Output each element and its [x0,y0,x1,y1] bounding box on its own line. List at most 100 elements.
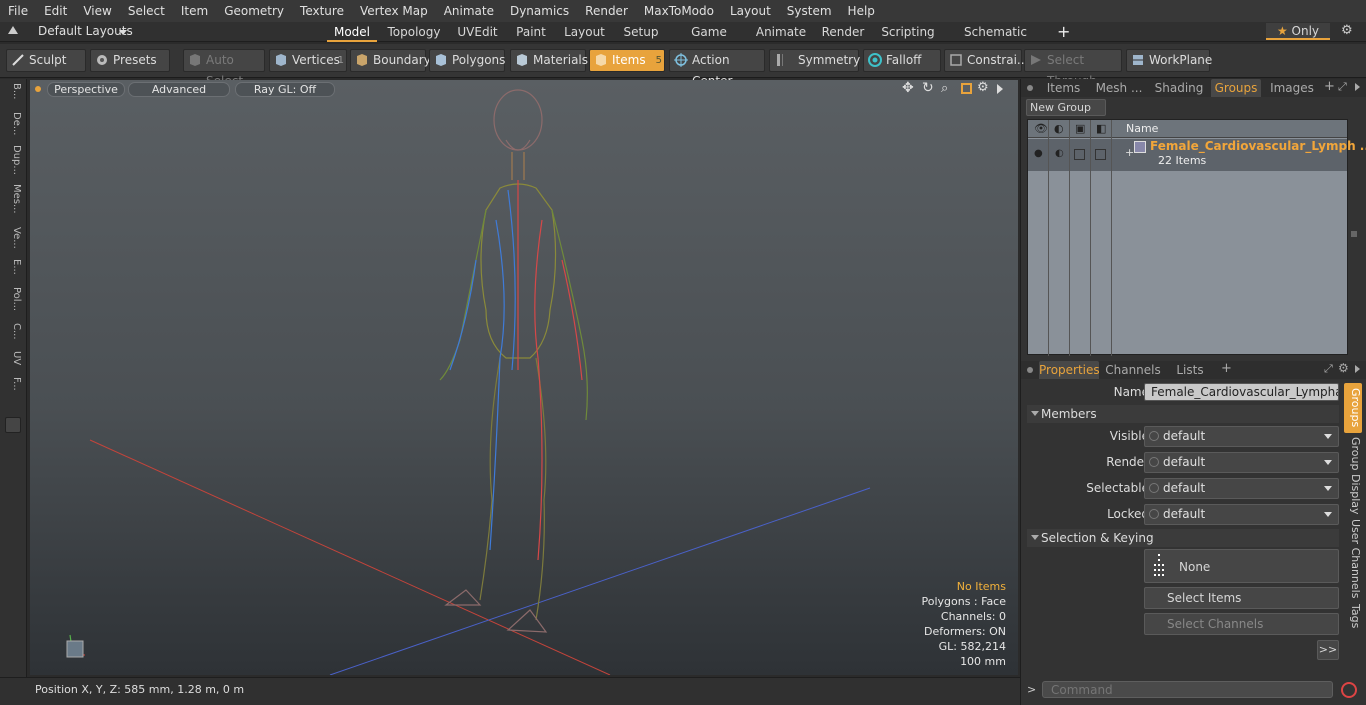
record-icon[interactable] [1341,682,1357,698]
menu-select[interactable]: Select [120,0,173,22]
selectable-dropdown[interactable]: default [1144,478,1339,499]
select-channels-button[interactable]: Select Channels [1144,613,1339,635]
add-prop-tab-icon[interactable]: + [1221,361,1232,376]
boundary-button[interactable]: Boundary [350,49,431,72]
tab-mesh[interactable]: Mesh ... [1093,79,1145,97]
tab-lists[interactable]: Lists [1169,361,1211,379]
tab-images[interactable]: Images [1268,79,1316,97]
left-tab-deform[interactable]: De... [4,112,22,135]
left-tab-vertex[interactable]: Ve... [4,227,22,249]
expand-prop-icon[interactable]: ⤢ [1324,362,1333,376]
menu-texture[interactable]: Texture [292,0,352,22]
scrollbar-handle[interactable] [1351,231,1357,237]
add-panel-tab-icon[interactable]: + [1324,79,1335,94]
side-tab-group-display[interactable]: Group Display [1344,437,1362,515]
select-col-icon[interactable]: ▣ [1075,122,1085,135]
side-tab-user-channels[interactable]: User Channels [1344,519,1362,598]
prop-menu-icon[interactable] [1027,367,1033,373]
side-tab-tags[interactable]: Tags [1344,604,1362,628]
members-section[interactable]: Members [1027,405,1339,423]
lock-col-icon[interactable]: ◧ [1096,122,1106,135]
eye-icon[interactable]: ● [1034,148,1043,159]
add-tab-icon[interactable]: + [1057,22,1070,42]
new-group-button[interactable]: New Group [1026,99,1106,116]
menu-maxtomodo[interactable]: MaxToModo [636,0,722,22]
only-toggle[interactable]: ★ Only [1266,23,1330,40]
group-row[interactable]: ● ◐ + Female_Cardiovascular_Lymph ... 22… [1028,139,1366,171]
render-toggle-icon[interactable]: ◐ [1055,148,1064,159]
expand-plus-icon[interactable]: + [1125,146,1134,159]
tab-animate[interactable]: Animate [755,22,807,42]
expand-panel-icon[interactable]: ⤢ [1338,80,1347,94]
menu-view[interactable]: View [75,0,119,22]
vertices-button[interactable]: Vertices 1 [269,49,347,72]
tab-render[interactable]: Render [818,22,868,42]
auto-select-button[interactable]: Auto Select [183,49,265,88]
left-tab-uv[interactable]: UV [4,351,22,365]
tab-paint[interactable]: Paint [512,22,550,42]
tab-uvedit[interactable]: UVEdit [455,22,500,42]
menu-system[interactable]: System [779,0,840,22]
chevron-down-icon[interactable] [119,30,127,35]
left-tab-edge[interactable]: E... [4,259,22,275]
menu-render[interactable]: Render [577,0,636,22]
tab-setup[interactable]: Setup [620,22,662,42]
gear-icon[interactable]: ⚙ [1341,23,1353,38]
left-tab-curve[interactable]: C... [4,323,22,340]
action-center-button[interactable]: Action Center [669,49,765,88]
menu-geometry[interactable]: Geometry [216,0,292,22]
panel-menu-icon[interactable] [1027,85,1033,91]
menu-help[interactable]: Help [840,0,883,22]
prop-gear-icon[interactable]: ⚙ [1338,361,1349,375]
menu-item[interactable]: Item [173,0,216,22]
left-tab-polygon[interactable]: Pol... [4,287,22,311]
left-tab-basic[interactable]: B... [4,83,22,99]
tab-game-tools[interactable]: Game Tools [675,22,743,59]
polygons-button[interactable]: Polygons [429,49,505,72]
tab-model[interactable]: Model [327,22,377,42]
tab-layout[interactable]: Layout [562,22,607,42]
left-tab-fusion[interactable]: F... [4,377,22,391]
lock-toggle-box[interactable] [1095,149,1106,160]
select-through-button[interactable]: Select Through [1024,49,1122,88]
tab-topology[interactable]: Topology [385,22,443,42]
tab-channels[interactable]: Channels [1105,361,1161,379]
constraints-button[interactable]: Constrai... [944,49,1028,72]
select-items-button[interactable]: Select Items [1144,587,1339,609]
name-field[interactable]: Female_Cardiovascular_Lymphatic_an [1144,383,1339,401]
tab-properties[interactable]: Properties [1039,361,1100,379]
tab-shading[interactable]: Shading [1151,79,1207,97]
menu-layout[interactable]: Layout [722,0,779,22]
more-button[interactable]: >> [1317,640,1339,660]
menu-dynamics[interactable]: Dynamics [502,0,577,22]
command-input[interactable] [1042,681,1333,698]
menu-animate[interactable]: Animate [436,0,502,22]
render-col-icon[interactable]: ◐ [1054,122,1064,135]
3d-viewport[interactable]: Perspective Advanced Ray GL: Off ✥ ↻ ⌕ ⚙ [30,80,1018,675]
presets-button[interactable]: Presets [90,49,170,72]
render-dropdown[interactable]: default [1144,452,1339,473]
falloff-button[interactable]: Falloff [863,49,941,72]
locked-dropdown[interactable]: default [1144,504,1339,525]
sculpt-button[interactable]: Sculpt [6,49,86,72]
layout-arrow-icon[interactable] [8,26,18,34]
selection-keying-section[interactable]: Selection & Keying [1027,529,1339,547]
visibility-col-icon[interactable]: 👁 [1034,122,1048,135]
side-tab-groups[interactable]: Groups [1344,383,1362,433]
tab-scripting[interactable]: Scripting [880,22,936,42]
symmetry-button[interactable]: Symmetry [769,49,860,72]
left-tab-duplicate[interactable]: Dup... [4,145,22,175]
menu-edit[interactable]: Edit [36,0,75,22]
left-tab-mesh-edit[interactable]: Mes... [4,184,22,214]
menu-file[interactable]: File [0,0,36,22]
none-button[interactable]: None [1144,549,1339,583]
visible-dropdown[interactable]: default [1144,426,1339,447]
left-tab-extra-button[interactable] [5,417,21,433]
tab-groups[interactable]: Groups [1211,79,1261,97]
items-button[interactable]: Items 5 [589,49,665,72]
menu-vertex-map[interactable]: Vertex Map [352,0,436,22]
materials-button[interactable]: Materials [510,49,588,72]
group-item-name[interactable]: Female_Cardiovascular_Lymph ... [1150,139,1366,153]
panel-more-icon[interactable] [1355,83,1360,91]
tab-items[interactable]: Items [1041,79,1086,97]
